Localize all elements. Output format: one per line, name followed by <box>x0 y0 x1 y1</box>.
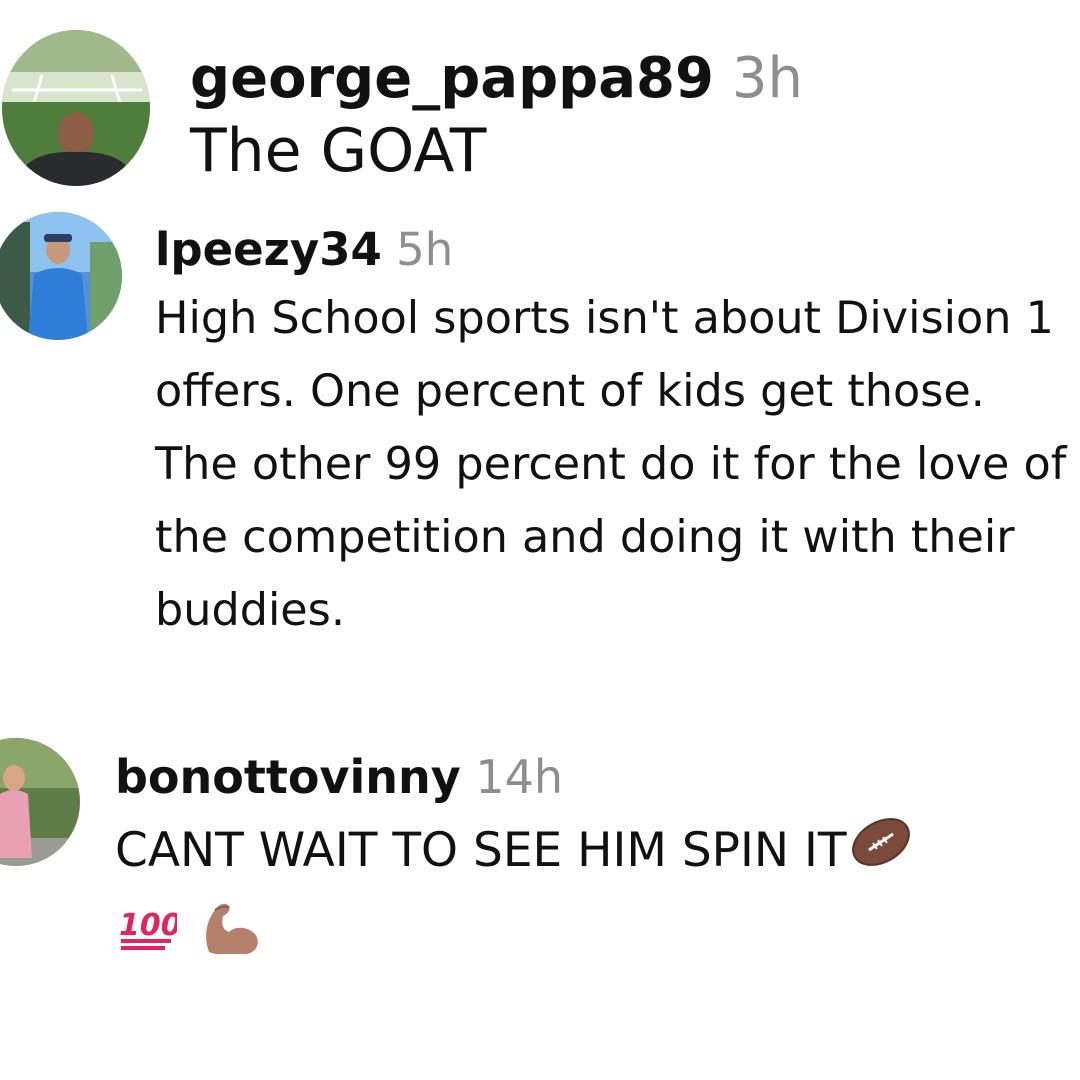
comment-timestamp[interactable]: 3h <box>732 46 803 111</box>
svg-text:100: 100 <box>119 908 177 943</box>
avatar[interactable] <box>2 30 150 186</box>
username-link[interactable]: lpeezy34 <box>155 223 382 276</box>
football-emoji <box>851 818 910 866</box>
flexed-biceps-emoji <box>206 903 258 954</box>
avatar[interactable] <box>0 212 122 340</box>
comment-header: bonottovinny 14h <box>115 742 1075 812</box>
comment-text-content: CANT WAIT TO SEE HIM SPIN IT <box>115 823 847 878</box>
emoji-row: 100 <box>115 891 1075 961</box>
comment-header: george_pappa89 3h <box>190 40 803 118</box>
comment-body: bonottovinny 14h CANT WAIT TO SEE HIM SP… <box>115 742 1075 961</box>
comment-text: High School sports isn't about Division … <box>155 293 1067 636</box>
comment-body: lpeezy34 5h High School sports isn't abo… <box>155 218 1075 647</box>
hundred-points-emoji: 100 <box>119 908 177 950</box>
comment-header: lpeezy34 5h <box>155 218 1075 282</box>
username-link[interactable]: george_pappa89 <box>190 46 714 111</box>
comment-text: CANT WAIT TO SEE HIM SPIN IT <box>115 812 1075 887</box>
avatar[interactable] <box>0 738 80 866</box>
username-link[interactable]: bonottovinny <box>115 750 461 804</box>
comment-body: george_pappa89 3h The GOAT <box>190 40 803 182</box>
comment-text: The GOAT <box>190 116 487 186</box>
comment-timestamp[interactable]: 14h <box>475 750 563 804</box>
comment-timestamp[interactable]: 5h <box>396 223 453 276</box>
